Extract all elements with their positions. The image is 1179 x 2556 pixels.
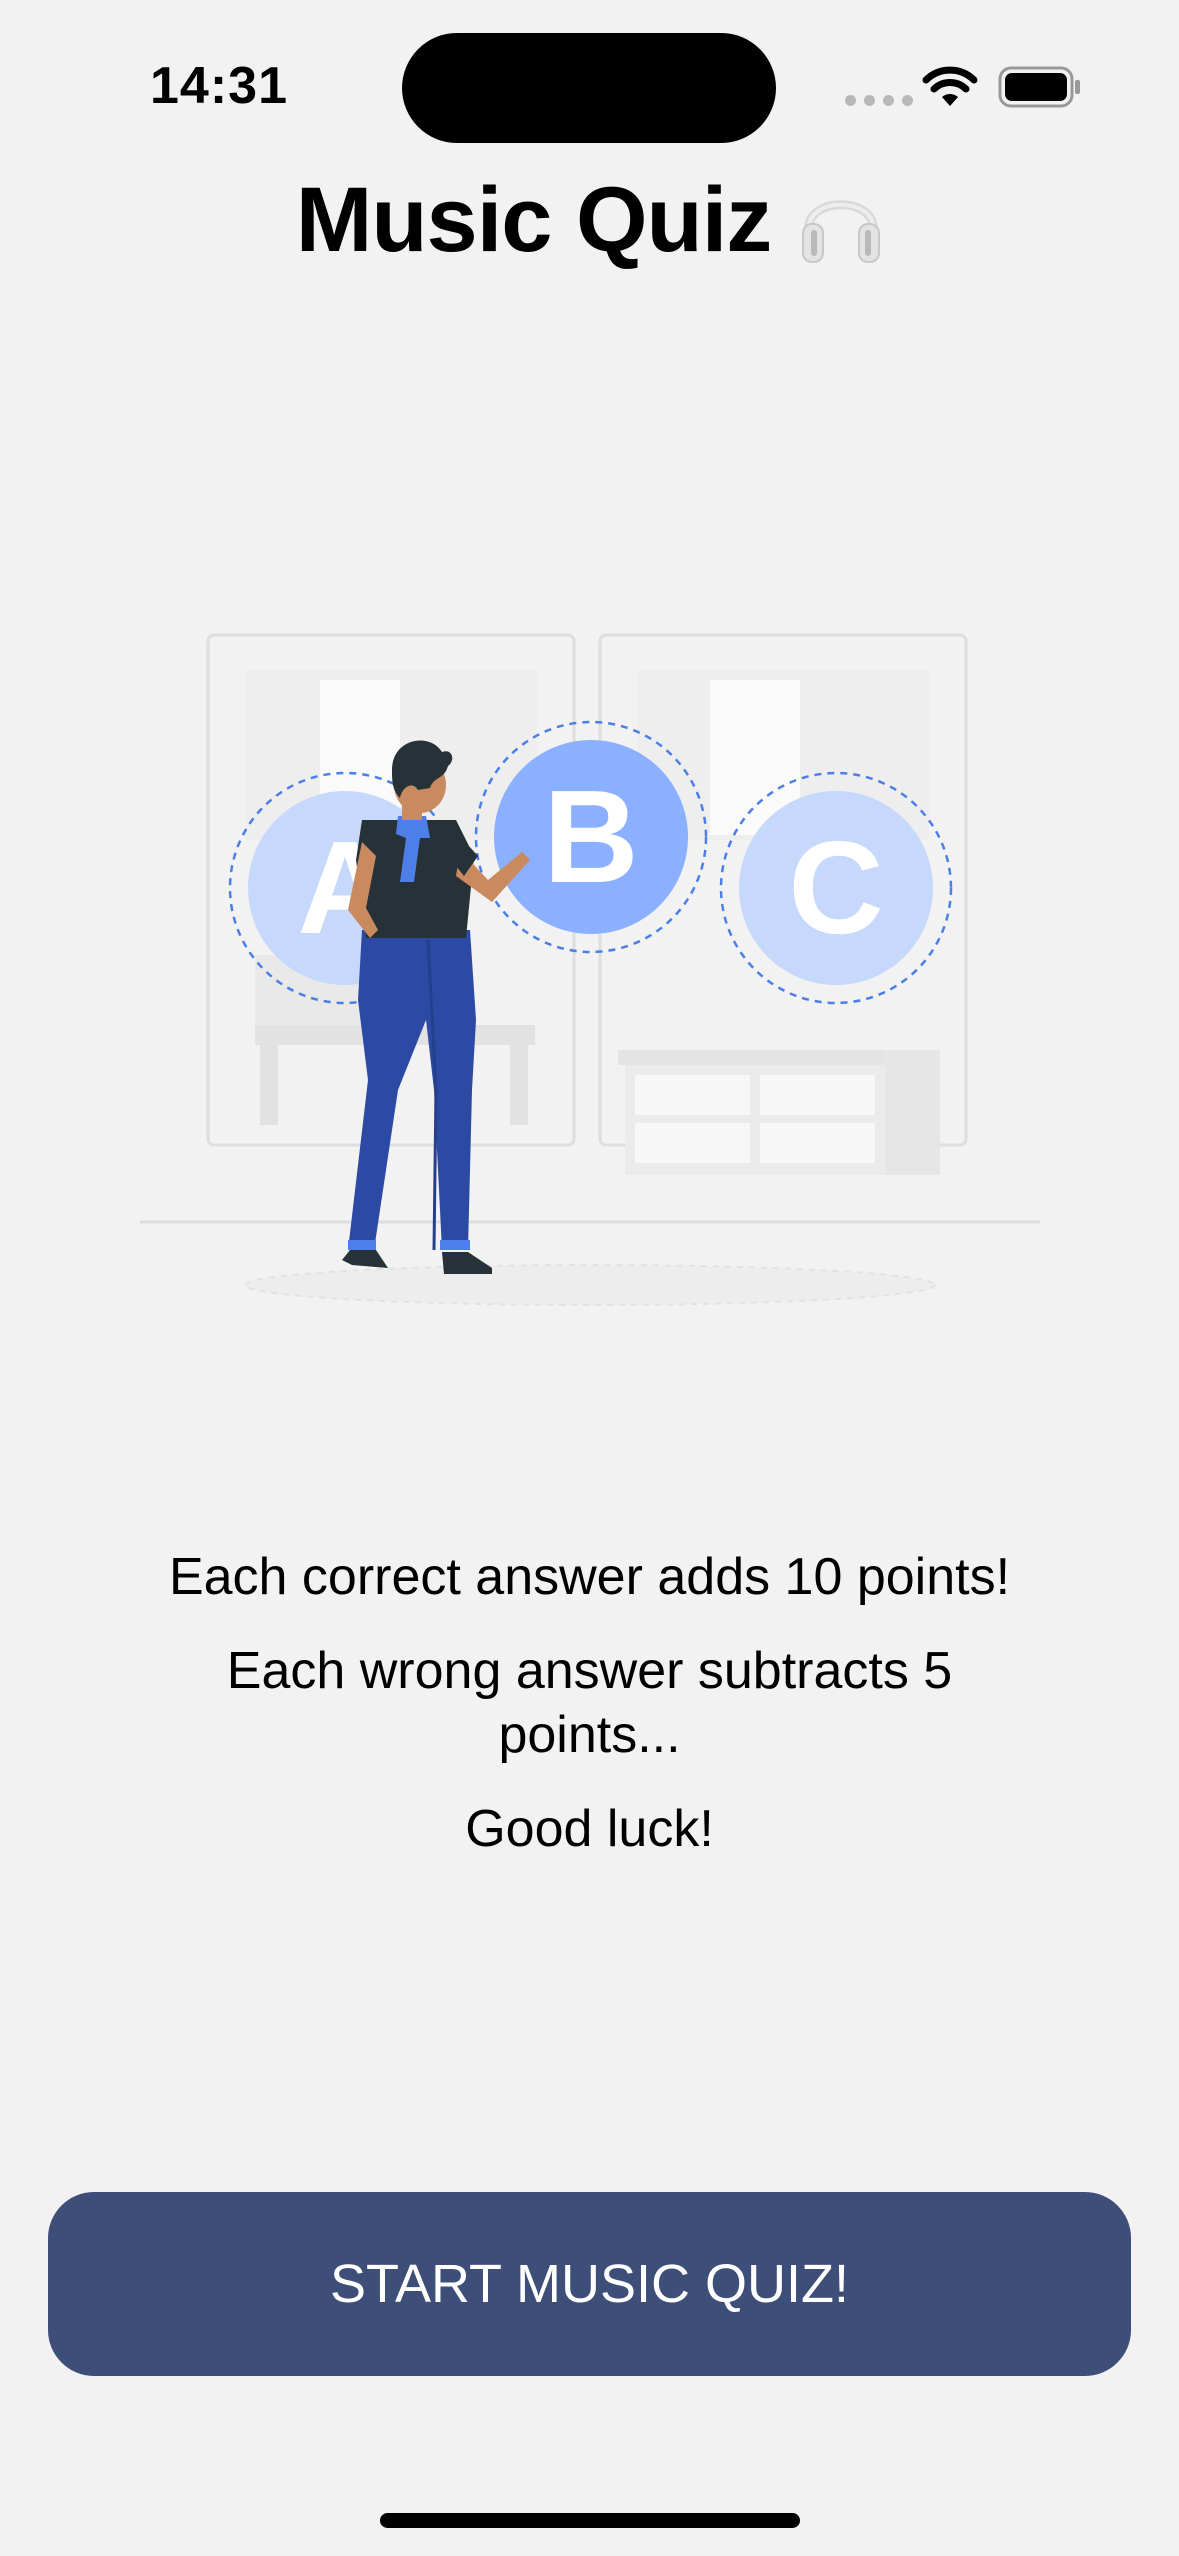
quiz-illustration: A B C <box>140 633 1040 1306</box>
choice-b-label: B <box>543 763 638 910</box>
home-indicator[interactable] <box>380 2513 800 2528</box>
start-quiz-button[interactable]: START MUSIC QUIZ! <box>48 2192 1131 2376</box>
wifi-icon <box>922 66 978 106</box>
choice-c-label: C <box>788 814 883 961</box>
good-luck-text: Good luck! <box>465 1800 714 1858</box>
battery-icon <box>998 66 1080 108</box>
room-background <box>140 633 1040 1306</box>
cellular-signal-icon <box>845 95 913 106</box>
headphones-icon <box>802 199 881 263</box>
page-title: Music Quiz <box>295 169 773 271</box>
rule-correct-answer: Each correct answer adds 10 points! <box>168 1548 1011 1606</box>
rule-wrong-answer: Each wrong answer subtracts 5 points... <box>226 1642 953 1764</box>
rules-text: Each correct answer adds 10 points! Each… <box>100 1545 1079 1891</box>
dynamic-island <box>402 33 776 143</box>
page-header: Music Quiz <box>0 168 1179 273</box>
status-time: 14:31 <box>150 57 288 115</box>
